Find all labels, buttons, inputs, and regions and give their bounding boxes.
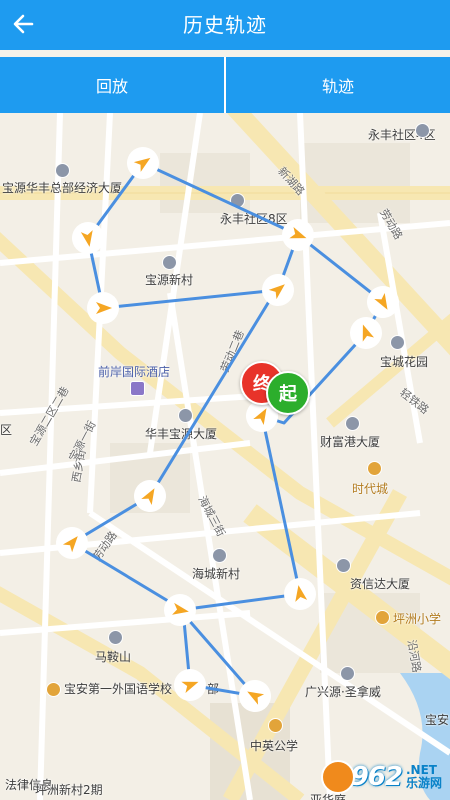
start-marker-label: 起 — [279, 384, 297, 405]
map-label: 区 — [0, 423, 13, 437]
map-label: 宝源新村 — [145, 273, 194, 287]
tab-playback[interactable]: 回放 — [0, 57, 224, 113]
school-icon — [268, 718, 283, 733]
poi-icon — [162, 255, 177, 270]
poi-icon — [415, 123, 430, 138]
map-label: 永丰社区8区 — [220, 212, 288, 226]
poi-icon — [390, 335, 405, 350]
shopping-icon — [367, 461, 382, 476]
watermark-cn: 乐游网 — [405, 776, 442, 790]
tab-track[interactable]: 轨迹 — [224, 57, 450, 113]
map-label: 海城新村 — [192, 567, 241, 581]
poi-icon — [336, 558, 351, 573]
poi-icon — [108, 630, 123, 645]
poi-icon — [340, 666, 355, 681]
map-view[interactable]: 永丰社区4区 宝源华丰总部经济大厦 新湖路 永丰社区8区 劳动路 宝源新村 宝城… — [0, 113, 450, 800]
poi-icon — [212, 548, 227, 563]
school-icon — [375, 610, 390, 625]
poi-icon — [230, 193, 245, 208]
back-arrow-icon — [13, 14, 34, 34]
map-label: 宝安 — [425, 713, 450, 727]
poi-icon — [178, 408, 193, 423]
hotel-icon — [130, 381, 145, 396]
map-label: 宝源华丰总部经济大厦 — [2, 181, 123, 195]
map-label: 财富港大厦 — [320, 435, 381, 449]
map-label: 资信达大厦 — [350, 577, 411, 591]
page-title: 历史轨迹 — [183, 13, 267, 37]
map-label: 宝城花园 — [380, 355, 429, 369]
map-label: 宝安第一外国语学校 — [64, 682, 173, 696]
watermark-logo-icon — [320, 760, 355, 794]
map-label: 中英公学 — [250, 739, 299, 753]
app-bar: 历史轨迹 — [0, 0, 450, 50]
map-label: 前岸国际酒店 — [98, 365, 171, 379]
map-label: 坪洲新村2期 — [35, 783, 103, 797]
tab-bar: 回放 轨迹 — [0, 57, 450, 113]
map-label: 华丰宝源大厦 — [145, 427, 218, 441]
school-icon — [46, 682, 61, 697]
map-label: 部 — [207, 682, 220, 696]
watermark-number: 962 — [350, 762, 403, 792]
map-label: 时代城 — [352, 482, 389, 496]
watermark-logo: 962 .NET 乐游网 — [320, 760, 442, 794]
back-button[interactable] — [8, 9, 38, 39]
map-label: 广兴源·圣拿威 — [305, 685, 381, 699]
poi-icon — [55, 163, 70, 178]
map-label: 坪洲小学 — [393, 612, 442, 626]
start-marker[interactable]: 起 — [266, 371, 310, 415]
poi-icon — [345, 416, 360, 431]
map-label: 马鞍山 — [95, 650, 132, 664]
